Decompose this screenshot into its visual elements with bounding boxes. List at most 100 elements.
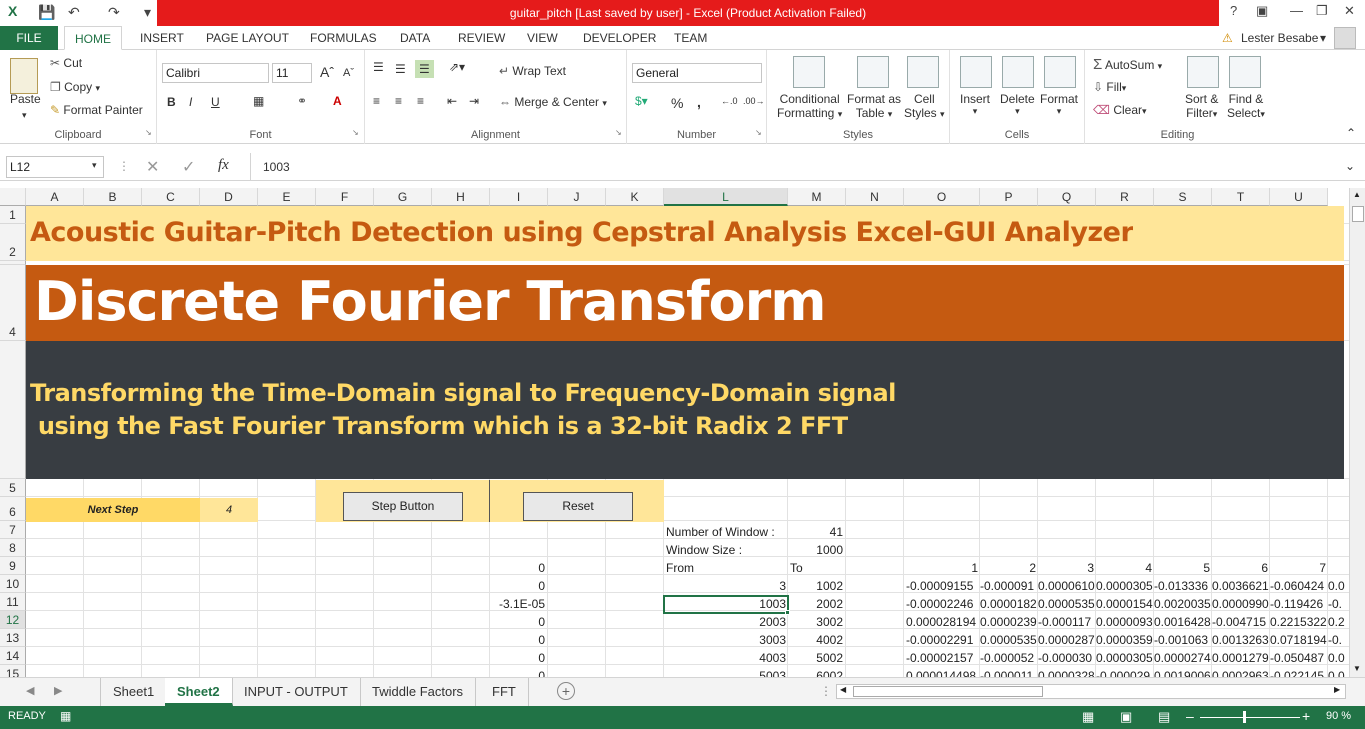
sort-filter-button[interactable]: Sort & Filter▾ (1185, 92, 1218, 120)
vertical-scrollbar[interactable]: ▲ ▼ (1349, 188, 1365, 677)
underline-button[interactable]: U (211, 95, 220, 109)
fill-color-icon[interactable]: ⚭ (297, 94, 307, 108)
spreadsheet-grid[interactable]: ABCDEFGHIJKLMNOPQRSTU 1 2 4 5 6 7 8 9 10 11 12 13 14… (0, 188, 1349, 677)
fill-handle[interactable] (785, 610, 790, 615)
copy-button[interactable]: ❐ Copy ▾ (50, 80, 100, 94)
column-header-n[interactable]: N (846, 188, 904, 206)
dialog-launcher-icon[interactable]: ↘ (352, 128, 359, 137)
account-dropdown-icon[interactable]: ▾ (1320, 26, 1326, 50)
format-as-table-button[interactable]: Format as Table ▾ (847, 92, 901, 120)
autosum-button[interactable]: Σ AutoSum ▾ (1093, 56, 1162, 73)
horizontal-scroll-thumb[interactable] (853, 686, 1043, 697)
row-header[interactable]: 11 (0, 593, 26, 611)
select-all-corner[interactable] (0, 188, 26, 206)
tab-page-layout[interactable]: PAGE LAYOUT (206, 26, 289, 50)
column-header-k[interactable]: K (606, 188, 664, 206)
prev-sheet-icon[interactable]: ◀ (26, 684, 34, 697)
column-header-q[interactable]: Q (1038, 188, 1096, 206)
tab-team[interactable]: TEAM (674, 26, 707, 50)
borders-icon[interactable]: ▦ (253, 94, 264, 108)
middle-align-icon[interactable]: ☰ (395, 62, 406, 76)
row-header[interactable]: 12 (0, 611, 26, 629)
scroll-right-icon[interactable]: ▶ (1334, 685, 1340, 694)
column-header-r[interactable]: R (1096, 188, 1154, 206)
paste-button[interactable]: Paste (10, 92, 41, 106)
zoom-slider-thumb[interactable] (1243, 711, 1246, 723)
font-color-icon[interactable]: A (333, 94, 342, 108)
column-header-t[interactable]: T (1212, 188, 1270, 206)
page-layout-view-icon[interactable]: ▣ (1120, 709, 1132, 725)
column-header-j[interactable]: J (548, 188, 606, 206)
avatar[interactable] (1334, 27, 1356, 49)
row-header[interactable]: 2 (0, 224, 26, 261)
row-header[interactable] (0, 341, 26, 479)
align-center-icon[interactable]: ≡ (395, 94, 402, 108)
row-header[interactable]: 14 (0, 647, 26, 665)
zoom-out-icon[interactable]: – (1186, 708, 1194, 724)
page-break-view-icon[interactable]: ▤ (1158, 709, 1170, 725)
column-header-g[interactable]: G (374, 188, 432, 206)
number-format-select[interactable]: General (632, 63, 762, 83)
column-header-p[interactable]: P (980, 188, 1038, 206)
column-header-b[interactable]: B (84, 188, 142, 206)
clear-button[interactable]: ⌫ Clear▾ (1093, 103, 1147, 117)
decrease-font-icon[interactable]: Aˇ (343, 67, 354, 79)
normal-view-icon[interactable]: ▦ (1082, 709, 1094, 725)
row-header[interactable]: 1 (0, 206, 26, 224)
tab-view[interactable]: VIEW (527, 26, 558, 50)
cell-styles-button[interactable]: Cell Styles ▾ (904, 92, 945, 120)
column-header-c[interactable]: C (142, 188, 200, 206)
help-button[interactable]: ? (1230, 3, 1237, 18)
name-box-dropdown-icon[interactable]: ▾ (92, 160, 97, 171)
row-header[interactable]: 6 (0, 497, 26, 521)
user-name[interactable]: Lester Besabe (1241, 26, 1318, 50)
bottom-align-icon[interactable]: ☰ (415, 60, 434, 78)
paste-icon[interactable] (10, 58, 38, 94)
paste-dropdown-icon[interactable]: ▾ (22, 110, 27, 121)
tab-data[interactable]: DATA (400, 26, 430, 50)
conditional-formatting-button[interactable]: Conditional Formatting ▾ (777, 92, 842, 120)
column-header-s[interactable]: S (1154, 188, 1212, 206)
column-header-l[interactable]: L (664, 188, 788, 206)
increase-indent-icon[interactable]: ⇥ (469, 94, 479, 108)
format-button[interactable]: Format ▾ (1040, 92, 1078, 117)
align-right-icon[interactable]: ≡ (417, 94, 424, 108)
collapse-ribbon-icon[interactable]: ⌃ (1346, 126, 1356, 140)
sheet-tab-sheet1[interactable]: Sheet1 (100, 678, 168, 706)
redo-icon[interactable]: ↷ (108, 4, 120, 21)
insert-function-button[interactable]: fx (218, 157, 229, 174)
font-size-select[interactable]: 11 (272, 63, 312, 83)
column-header-e[interactable]: E (258, 188, 316, 206)
row-header[interactable]: 4 (0, 265, 26, 341)
copy-dropdown-icon[interactable]: ▾ (95, 83, 100, 93)
reset-button[interactable]: Reset (523, 492, 633, 521)
zoom-slider[interactable] (1200, 717, 1300, 718)
tab-formulas[interactable]: FORMULAS (310, 26, 377, 50)
scroll-thumb[interactable] (1352, 206, 1364, 222)
minimize-icon[interactable]: — (1290, 3, 1303, 18)
fill-button[interactable]: ⇩ Fill▾ (1093, 80, 1126, 94)
italic-button[interactable]: I (189, 95, 192, 109)
enter-icon[interactable]: ✓ (182, 157, 195, 177)
step-button[interactable]: Step Button (343, 492, 463, 521)
delete-button[interactable]: Delete ▾ (1000, 92, 1035, 117)
tab-insert[interactable]: INSERT (140, 26, 184, 50)
zoom-level[interactable]: 90 % (1326, 710, 1351, 722)
column-header-m[interactable]: M (788, 188, 846, 206)
scroll-up-icon[interactable]: ▲ (1353, 190, 1361, 199)
tab-review[interactable]: REVIEW (458, 26, 505, 50)
row-header[interactable]: 10 (0, 575, 26, 593)
dialog-launcher-icon[interactable]: ↘ (755, 128, 762, 137)
tab-developer[interactable]: DEVELOPER (583, 26, 656, 50)
row-header[interactable]: 15 (0, 665, 26, 677)
sheet-tab-fft[interactable]: FFT (480, 678, 529, 706)
percent-button[interactable]: % (671, 95, 683, 111)
scroll-left-icon[interactable]: ◀ (840, 685, 846, 694)
formula-input[interactable]: 1003 (250, 153, 1340, 181)
wrap-text-button[interactable]: ↵ Wrap Text (499, 64, 566, 78)
orientation-icon[interactable]: ⇗▾ (449, 60, 465, 74)
column-header-a[interactable]: A (26, 188, 84, 206)
expand-formula-bar-icon[interactable]: ⌄ (1345, 159, 1355, 173)
column-header-u[interactable]: U (1270, 188, 1328, 206)
close-icon[interactable]: ✕ (1344, 3, 1355, 19)
